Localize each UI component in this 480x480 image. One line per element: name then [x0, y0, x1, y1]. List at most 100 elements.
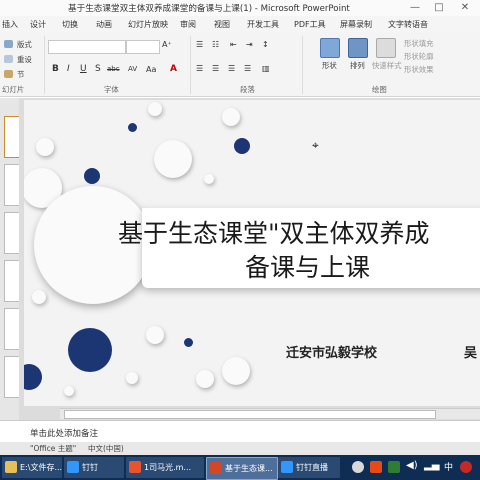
- reset-button[interactable]: 重设: [17, 54, 32, 65]
- tab-review[interactable]: 审阅: [180, 19, 196, 30]
- network-icon[interactable]: ▂▄: [424, 460, 439, 471]
- tab-design[interactable]: 设计: [30, 19, 46, 30]
- theme-status: "Office 主题": [30, 444, 77, 453]
- grow-font-icon[interactable]: A⁺: [162, 40, 172, 49]
- tab-developer[interactable]: 开发工具: [247, 19, 279, 30]
- decorative-circle: [222, 108, 240, 126]
- tray-app-icon[interactable]: [388, 461, 400, 473]
- justify-icon[interactable]: ☰: [244, 64, 251, 73]
- taskbar-item-powerpoint[interactable]: 基于生态课...: [206, 457, 278, 480]
- taskbar-item-label: 钉钉: [82, 463, 98, 472]
- quick-styles-button[interactable]: 快速样式: [372, 60, 402, 71]
- scrollbar-thumb[interactable]: [64, 410, 436, 419]
- decorative-circle: [148, 102, 162, 116]
- maximize-button[interactable]: □: [428, 0, 450, 16]
- arrange-button[interactable]: 排列: [350, 60, 365, 71]
- taskbar-item-video[interactable]: 1司马光.m...: [126, 457, 204, 478]
- language-status[interactable]: 中文(中国): [88, 443, 124, 454]
- bold-button[interactable]: B: [52, 64, 59, 74]
- tray-app-icon[interactable]: [352, 461, 364, 473]
- italic-button[interactable]: I: [67, 64, 70, 74]
- ribbon-tabs: 插入 设计 切换 动画 幻灯片放映 审阅 视图 开发工具 PDF工具 屏幕录制 …: [0, 16, 480, 32]
- align-center-icon[interactable]: ☰: [212, 64, 219, 73]
- tray-app-icon[interactable]: [460, 461, 472, 473]
- layout-button[interactable]: 版式: [17, 39, 32, 50]
- group-label-slides: 幻灯片: [2, 85, 25, 94]
- tab-view[interactable]: 视图: [214, 19, 230, 30]
- quick-styles-icon[interactable]: [376, 38, 396, 58]
- underline-button[interactable]: U: [80, 64, 87, 74]
- tray-app-icon[interactable]: [370, 461, 382, 473]
- ribbon-separator: [44, 36, 45, 94]
- tab-screen-record[interactable]: 屏幕录制: [340, 19, 372, 30]
- media-player-icon: [129, 461, 141, 473]
- bullets-icon[interactable]: ☰: [196, 40, 203, 49]
- taskbar: E:\文件存... 钉钉 1司马光.m... 基于生态课... 钉钉直播 ◀) …: [0, 455, 480, 480]
- slide-canvas[interactable]: 基于生态课堂"双主体双养成 备课与上课 迁安市弘毅学校 吴: [24, 100, 480, 406]
- decorative-circle: [36, 138, 54, 156]
- decorative-circle: [184, 338, 193, 347]
- font-color-button[interactable]: A: [170, 64, 177, 74]
- status-bar: "Office 主题" 中文(中国): [0, 442, 480, 455]
- tab-slideshow[interactable]: 幻灯片放映: [128, 19, 168, 30]
- increase-indent-icon[interactable]: ⇥: [246, 40, 253, 49]
- shape-fill-button[interactable]: 形状填充: [404, 38, 434, 49]
- slide-thumbnail[interactable]: [4, 260, 20, 302]
- author-name[interactable]: 吴: [464, 342, 477, 361]
- decorative-circle: [196, 370, 214, 388]
- arrange-icon[interactable]: [348, 38, 368, 58]
- slide-thumbnail[interactable]: [4, 308, 20, 350]
- line-spacing-icon[interactable]: ↕: [262, 40, 269, 49]
- shapes-icon[interactable]: [320, 38, 340, 58]
- taskbar-item-label: E:\文件存...: [20, 463, 63, 472]
- powerpoint-icon: [210, 462, 222, 474]
- tab-text-to-speech[interactable]: 文字转语音: [388, 19, 428, 30]
- decorative-circle: [222, 357, 250, 385]
- shadow-button[interactable]: S: [95, 64, 101, 74]
- horizontal-scrollbar[interactable]: [60, 408, 480, 419]
- slide-title-line1[interactable]: 基于生态课堂"双主体双养成: [118, 214, 430, 250]
- group-label-font: 字体: [104, 85, 119, 94]
- strikethrough-button[interactable]: abc: [107, 65, 120, 73]
- decorative-circle: [128, 123, 137, 132]
- slide-thumbnail[interactable]: [4, 212, 20, 254]
- align-left-icon[interactable]: ☰: [196, 64, 203, 73]
- ribbon-separator: [302, 36, 303, 94]
- taskbar-item-dingtalk-live[interactable]: 钉钉直播: [278, 457, 340, 478]
- tab-pdf-tools[interactable]: PDF工具: [294, 19, 326, 30]
- notes-pane[interactable]: 单击此处添加备注: [0, 420, 480, 443]
- slide-thumbnails-pane: [0, 98, 20, 428]
- change-case-button[interactable]: Aa: [146, 65, 156, 74]
- taskbar-item-explorer[interactable]: E:\文件存...: [2, 457, 62, 478]
- align-right-icon[interactable]: ☰: [228, 64, 235, 73]
- tab-insert[interactable]: 插入: [2, 19, 18, 30]
- taskbar-item-label: 钉钉直播: [296, 463, 328, 472]
- char-spacing-button[interactable]: AV: [128, 65, 137, 73]
- tab-animations[interactable]: 动画: [96, 19, 112, 30]
- shape-outline-button[interactable]: 形状轮廓: [404, 51, 434, 62]
- decrease-indent-icon[interactable]: ⇤: [230, 40, 237, 49]
- group-label-paragraph: 段落: [240, 85, 255, 94]
- font-name-dropdown[interactable]: [48, 40, 126, 54]
- decorative-circle: [84, 168, 100, 184]
- slide-thumbnail[interactable]: [4, 356, 20, 398]
- notes-placeholder[interactable]: 单击此处添加备注: [30, 427, 98, 439]
- close-button[interactable]: ✕: [454, 0, 476, 16]
- numbering-icon[interactable]: ☷: [212, 40, 219, 49]
- section-button[interactable]: 节: [17, 69, 24, 80]
- input-method-indicator[interactable]: 中: [444, 460, 453, 473]
- decorative-circle: [234, 138, 250, 154]
- decorative-circle: [68, 328, 112, 372]
- volume-icon[interactable]: ◀): [406, 460, 418, 471]
- shapes-button[interactable]: 形状: [322, 60, 337, 71]
- school-name[interactable]: 迁安市弘毅学校: [286, 342, 377, 361]
- tab-transitions[interactable]: 切换: [62, 19, 78, 30]
- slide-thumbnail[interactable]: [4, 116, 20, 158]
- font-size-dropdown[interactable]: [126, 40, 160, 54]
- slide-title-line2[interactable]: 备课与上课: [245, 248, 370, 284]
- shape-effects-button[interactable]: 形状效果: [404, 64, 434, 75]
- minimize-button[interactable]: —: [404, 0, 426, 16]
- slide-thumbnail[interactable]: [4, 164, 20, 206]
- taskbar-item-dingtalk[interactable]: 钉钉: [64, 457, 124, 478]
- columns-icon[interactable]: ▥: [262, 64, 270, 73]
